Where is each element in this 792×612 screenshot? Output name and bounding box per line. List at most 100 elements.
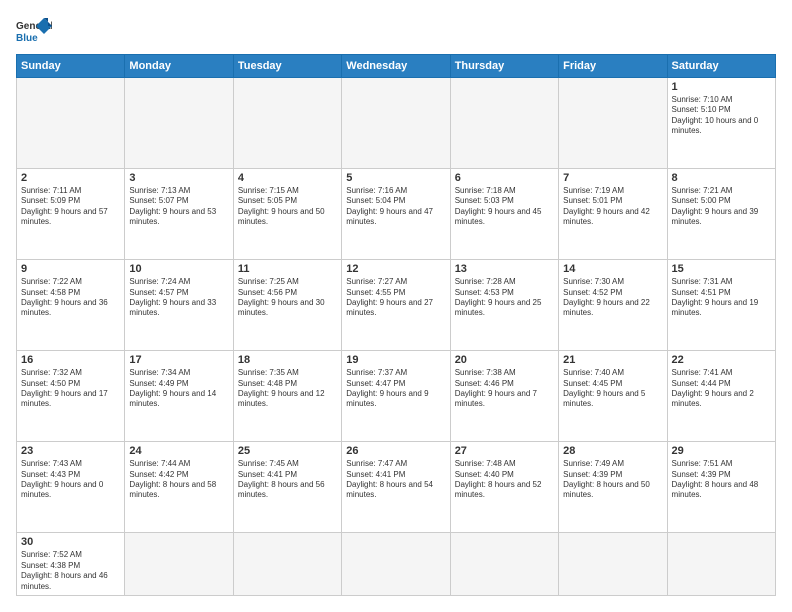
- weekday-header-friday: Friday: [559, 55, 667, 78]
- calendar-day-cell: 17 Sunrise: 7:34 AM Sunset: 4:49 PM Dayli…: [125, 351, 233, 442]
- day-info: Sunrise: 7:45 AM Sunset: 4:41 PM Dayligh…: [238, 459, 337, 501]
- calendar-day-cell: 9Sunrise: 7:22 AM Sunset: 4:58 PM Daylig…: [17, 260, 125, 351]
- day-info: Sunrise: 7:24 AM Sunset: 4:57 PM Dayligh…: [129, 277, 228, 319]
- day-number: 19: [346, 354, 445, 366]
- generalblue-logo-icon: General Blue: [16, 16, 52, 46]
- day-info: Sunrise: 7:51 AM Sunset: 4:39 PM Dayligh…: [672, 459, 771, 501]
- weekday-header-thursday: Thursday: [450, 55, 558, 78]
- day-info: Sunrise: 7:19 AM Sunset: 5:01 PM Dayligh…: [563, 186, 662, 228]
- calendar-day-cell: 24Sunrise: 7:44 AM Sunset: 4:42 PM Dayli…: [125, 442, 233, 533]
- calendar-day-cell: 26 Sunrise: 7:47 AM Sunset: 4:41 PM Dayli…: [342, 442, 450, 533]
- day-info: Sunrise: 7:47 AM Sunset: 4:41 PM Dayligh…: [346, 459, 445, 501]
- header: General Blue: [16, 16, 776, 46]
- calendar-day-cell: 29 Sunrise: 7:51 AM Sunset: 4:39 PM Dayli…: [667, 442, 775, 533]
- calendar-day-cell: 13Sunrise: 7:28 AM Sunset: 4:53 PM Dayli…: [450, 260, 558, 351]
- calendar-day-cell: [233, 78, 341, 169]
- day-number: 13: [455, 263, 554, 275]
- calendar-week-row: 9Sunrise: 7:22 AM Sunset: 4:58 PM Daylig…: [17, 260, 776, 351]
- day-info: Sunrise: 7:52 AM Sunset: 4:38 PM Dayligh…: [21, 550, 120, 592]
- calendar-day-cell: 6 Sunrise: 7:18 AM Sunset: 5:03 PM Daylig…: [450, 169, 558, 260]
- calendar-day-cell: 23Sunrise: 7:43 AM Sunset: 4:43 PM Dayli…: [17, 442, 125, 533]
- calendar-day-cell: 20 Sunrise: 7:38 AM Sunset: 4:46 PM Dayli…: [450, 351, 558, 442]
- day-info: Sunrise: 7:22 AM Sunset: 4:58 PM Dayligh…: [21, 277, 120, 319]
- calendar-day-cell: 2Sunrise: 7:11 AM Sunset: 5:09 PM Daylig…: [17, 169, 125, 260]
- day-number: 15: [672, 263, 771, 275]
- calendar-week-row: 16 Sunrise: 7:32 AM Sunset: 4:50 PM Dayli…: [17, 351, 776, 442]
- calendar-day-cell: 27Sunrise: 7:48 AM Sunset: 4:40 PM Dayli…: [450, 442, 558, 533]
- day-info: Sunrise: 7:35 AM Sunset: 4:48 PM Dayligh…: [238, 368, 337, 410]
- day-number: 18: [238, 354, 337, 366]
- calendar-day-cell: 22Sunrise: 7:41 AM Sunset: 4:44 PM Dayli…: [667, 351, 775, 442]
- day-info: Sunrise: 7:25 AM Sunset: 4:56 PM Dayligh…: [238, 277, 337, 319]
- day-info: Sunrise: 7:32 AM Sunset: 4:50 PM Dayligh…: [21, 368, 120, 410]
- weekday-header-sunday: Sunday: [17, 55, 125, 78]
- weekday-header-wednesday: Wednesday: [342, 55, 450, 78]
- day-number: 16: [21, 354, 120, 366]
- logo: General Blue: [16, 16, 56, 46]
- day-info: Sunrise: 7:30 AM Sunset: 4:52 PM Dayligh…: [563, 277, 662, 319]
- day-number: 4: [238, 172, 337, 184]
- day-number: 23: [21, 445, 120, 457]
- weekday-header-saturday: Saturday: [667, 55, 775, 78]
- day-number: 20: [455, 354, 554, 366]
- day-number: 5: [346, 172, 445, 184]
- day-info: Sunrise: 7:13 AM Sunset: 5:07 PM Dayligh…: [129, 186, 228, 228]
- day-info: Sunrise: 7:10 AM Sunset: 5:10 PM Dayligh…: [672, 95, 771, 137]
- day-number: 11: [238, 263, 337, 275]
- day-number: 29: [672, 445, 771, 457]
- page: General Blue SundayMondayTuesdayWednesda…: [0, 0, 792, 612]
- day-number: 2: [21, 172, 120, 184]
- calendar-day-cell: [342, 533, 450, 596]
- calendar-day-cell: [233, 533, 341, 596]
- day-number: 30: [21, 536, 120, 548]
- calendar-body: 1 Sunrise: 7:10 AM Sunset: 5:10 PM Daylig…: [17, 78, 776, 596]
- calendar-day-cell: 11 Sunrise: 7:25 AM Sunset: 4:56 PM Dayli…: [233, 260, 341, 351]
- calendar-day-cell: 5 Sunrise: 7:16 AM Sunset: 5:04 PM Daylig…: [342, 169, 450, 260]
- calendar-day-cell: 18 Sunrise: 7:35 AM Sunset: 4:48 PM Dayli…: [233, 351, 341, 442]
- day-number: 24: [129, 445, 228, 457]
- day-info: Sunrise: 7:16 AM Sunset: 5:04 PM Dayligh…: [346, 186, 445, 228]
- day-number: 10: [129, 263, 228, 275]
- day-info: Sunrise: 7:34 AM Sunset: 4:49 PM Dayligh…: [129, 368, 228, 410]
- day-number: 17: [129, 354, 228, 366]
- calendar-day-cell: 12 Sunrise: 7:27 AM Sunset: 4:55 PM Dayli…: [342, 260, 450, 351]
- svg-text:Blue: Blue: [16, 33, 38, 44]
- calendar-day-cell: 15 Sunrise: 7:31 AM Sunset: 4:51 PM Dayli…: [667, 260, 775, 351]
- day-info: Sunrise: 7:18 AM Sunset: 5:03 PM Dayligh…: [455, 186, 554, 228]
- day-number: 3: [129, 172, 228, 184]
- calendar-day-cell: 16 Sunrise: 7:32 AM Sunset: 4:50 PM Dayli…: [17, 351, 125, 442]
- calendar-day-cell: [125, 78, 233, 169]
- day-number: 6: [455, 172, 554, 184]
- calendar-day-cell: 1 Sunrise: 7:10 AM Sunset: 5:10 PM Daylig…: [667, 78, 775, 169]
- day-number: 22: [672, 354, 771, 366]
- day-number: 1: [672, 81, 771, 93]
- calendar-day-cell: 3 Sunrise: 7:13 AM Sunset: 5:07 PM Daylig…: [125, 169, 233, 260]
- calendar-week-row: 2Sunrise: 7:11 AM Sunset: 5:09 PM Daylig…: [17, 169, 776, 260]
- calendar-day-cell: [125, 533, 233, 596]
- day-info: Sunrise: 7:40 AM Sunset: 4:45 PM Dayligh…: [563, 368, 662, 410]
- day-number: 26: [346, 445, 445, 457]
- calendar-day-cell: [559, 533, 667, 596]
- calendar-day-cell: [450, 78, 558, 169]
- calendar-day-cell: 14Sunrise: 7:30 AM Sunset: 4:52 PM Dayli…: [559, 260, 667, 351]
- calendar-week-row: 30 Sunrise: 7:52 AM Sunset: 4:38 PM Dayli…: [17, 533, 776, 596]
- day-number: 28: [563, 445, 662, 457]
- calendar-day-cell: [667, 533, 775, 596]
- day-info: Sunrise: 7:31 AM Sunset: 4:51 PM Dayligh…: [672, 277, 771, 319]
- day-number: 8: [672, 172, 771, 184]
- day-number: 12: [346, 263, 445, 275]
- calendar-day-cell: 19Sunrise: 7:37 AM Sunset: 4:47 PM Dayli…: [342, 351, 450, 442]
- weekday-header-monday: Monday: [125, 55, 233, 78]
- day-info: Sunrise: 7:21 AM Sunset: 5:00 PM Dayligh…: [672, 186, 771, 228]
- weekday-header-tuesday: Tuesday: [233, 55, 341, 78]
- day-info: Sunrise: 7:48 AM Sunset: 4:40 PM Dayligh…: [455, 459, 554, 501]
- calendar-day-cell: 10 Sunrise: 7:24 AM Sunset: 4:57 PM Dayli…: [125, 260, 233, 351]
- day-number: 25: [238, 445, 337, 457]
- day-number: 21: [563, 354, 662, 366]
- day-info: Sunrise: 7:27 AM Sunset: 4:55 PM Dayligh…: [346, 277, 445, 319]
- calendar-day-cell: 30 Sunrise: 7:52 AM Sunset: 4:38 PM Dayli…: [17, 533, 125, 596]
- calendar-week-row: 23Sunrise: 7:43 AM Sunset: 4:43 PM Dayli…: [17, 442, 776, 533]
- calendar-day-cell: 21 Sunrise: 7:40 AM Sunset: 4:45 PM Dayli…: [559, 351, 667, 442]
- calendar-day-cell: 8 Sunrise: 7:21 AM Sunset: 5:00 PM Daylig…: [667, 169, 775, 260]
- day-info: Sunrise: 7:38 AM Sunset: 4:46 PM Dayligh…: [455, 368, 554, 410]
